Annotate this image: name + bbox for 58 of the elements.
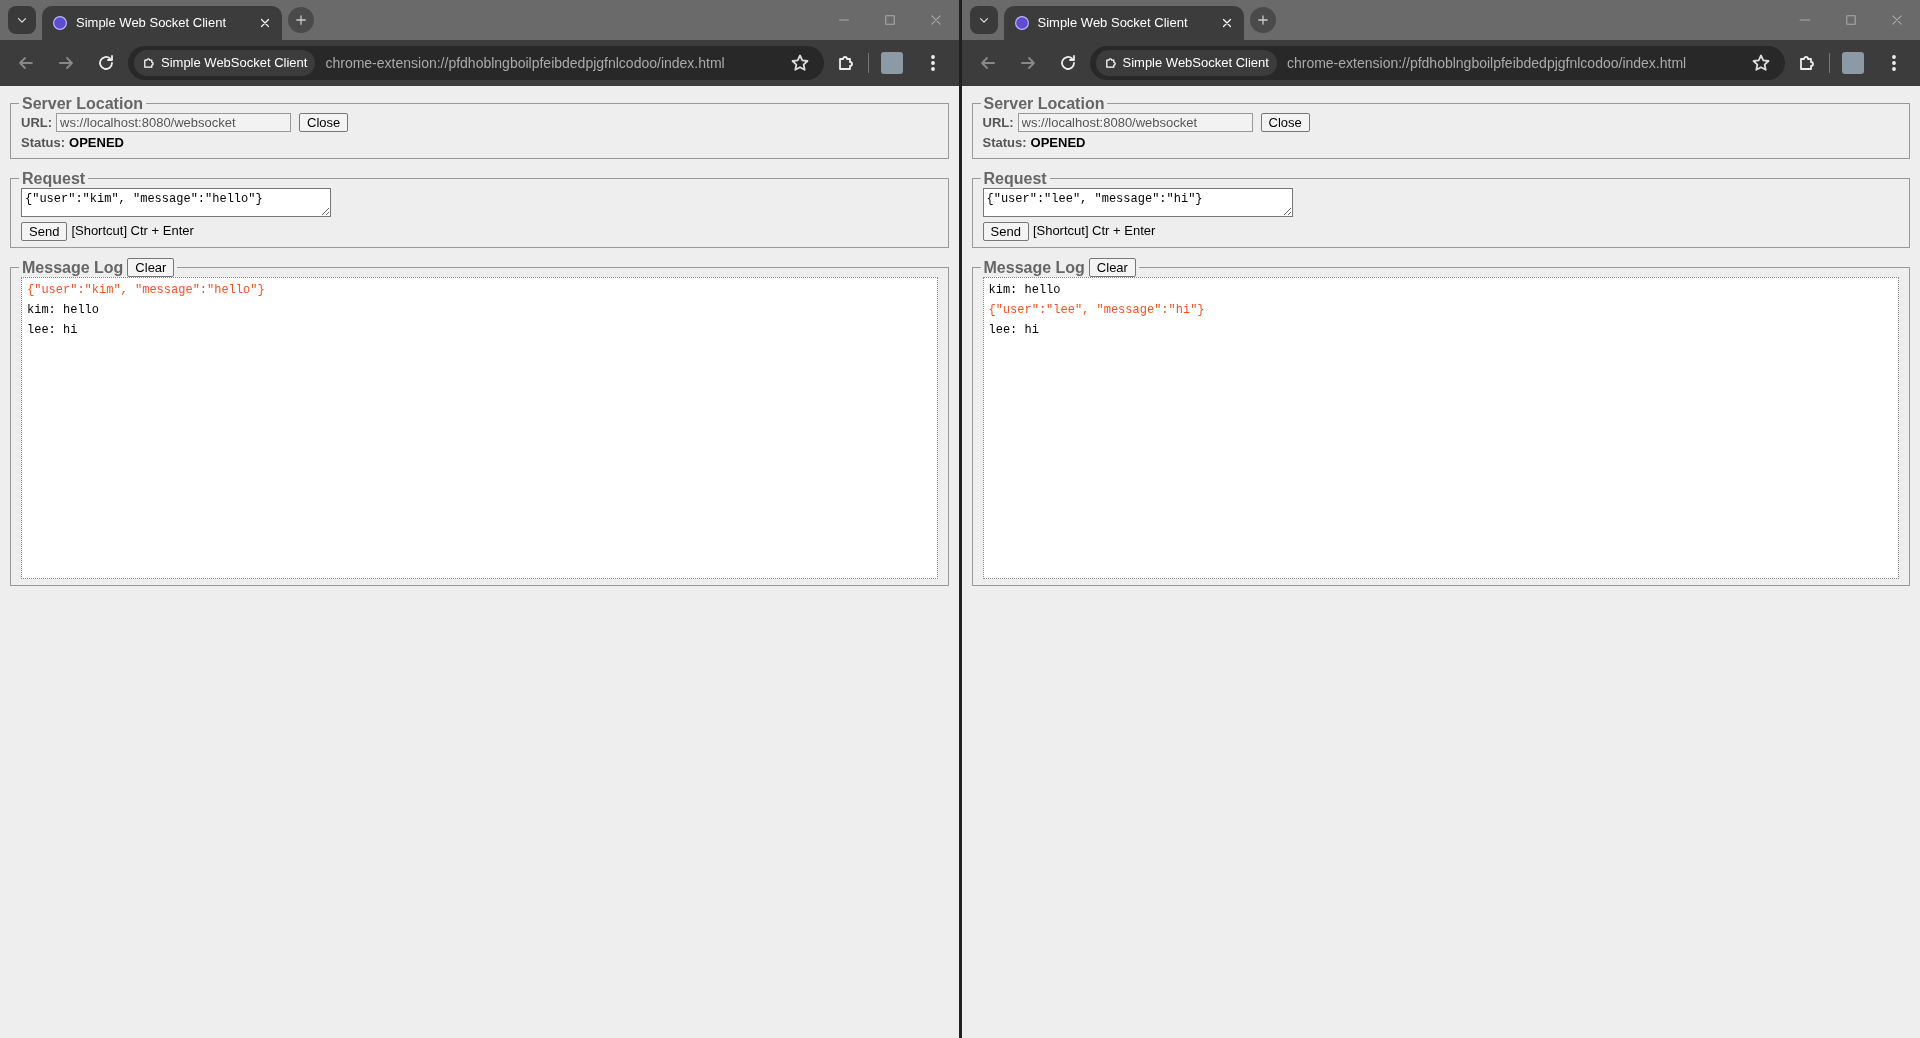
- new-tab-button[interactable]: [288, 7, 314, 33]
- status-value: OPENED: [1030, 133, 1086, 152]
- star-icon[interactable]: [789, 53, 810, 73]
- site-info-chip[interactable]: Simple WebSocket Client: [134, 50, 316, 76]
- browser-tab[interactable]: Simple Web Socket Client: [42, 6, 282, 40]
- url-label: URL:: [982, 114, 1014, 133]
- plus-icon: [1255, 13, 1270, 27]
- browser-tab[interactable]: Simple Web Socket Client: [1003, 6, 1244, 40]
- close-button[interactable]: Close: [299, 113, 349, 133]
- status-value: OPENED: [69, 133, 124, 152]
- puzzle-icon: [1103, 56, 1118, 70]
- panel-legend: Request: [19, 169, 89, 189]
- panel-legend: Request: [980, 169, 1050, 189]
- request-input[interactable]: {"user":"kim", "message":"hello"}: [21, 188, 331, 218]
- plus-icon: [294, 13, 308, 27]
- url-text: chrome-extension://pfdhoblngboilpfeibdedpjgfnlcodoo/index.html: [325, 53, 726, 73]
- favicon-icon: [1013, 15, 1030, 31]
- star-icon[interactable]: [1751, 53, 1771, 73]
- url-input[interactable]: ws://localhost:8080/websocket: [1017, 113, 1253, 133]
- url-input[interactable]: ws://localhost:8080/websocket: [56, 113, 292, 133]
- close-button[interactable]: Close: [1260, 113, 1310, 133]
- received-message: kim: hello: [27, 302, 100, 320]
- puzzle-icon[interactable]: [1797, 53, 1817, 73]
- status-label: Status:: [21, 133, 66, 152]
- status-label: Status:: [982, 133, 1027, 152]
- address-bar[interactable]: Simple WebSocket Client chrome-extension://pfdhoblngboilpfeibdedpjgfnlcodoo/index.html: [128, 46, 824, 80]
- received-message: lee: hi: [27, 322, 79, 340]
- send-button[interactable]: Send: [982, 221, 1029, 241]
- puzzle-icon: [142, 56, 156, 70]
- tab-title: Simple Web Socket Client: [76, 14, 228, 33]
- received-message: lee: hi: [988, 322, 1040, 340]
- request-input[interactable]: {"user":"lee", "message":"hi"}: [982, 188, 1293, 218]
- reload-icon[interactable]: [96, 53, 116, 73]
- clear-button[interactable]: Clear: [1088, 257, 1136, 277]
- tab-search-button[interactable]: [8, 6, 36, 34]
- site-chip-label: Simple WebSocket Client: [161, 54, 308, 73]
- panel-legend: Server Location: [980, 94, 1108, 114]
- panel-legend: Message Log: [983, 257, 1085, 278]
- sent-message: {"user":"kim", "message":"hello"}: [27, 282, 266, 300]
- close-icon[interactable]: [258, 16, 272, 30]
- site-info-chip[interactable]: Simple WebSocket Client: [1095, 50, 1277, 76]
- shortcut-hint: [Shortcut] Ctr + Enter: [1032, 222, 1156, 241]
- received-message: kim: hello: [988, 282, 1062, 300]
- favicon-icon: [52, 15, 68, 31]
- url-text: chrome-extension://pfdhoblngboilpfeibdedpjgfnlcodoo/index.html: [1286, 53, 1688, 73]
- send-button[interactable]: Send: [21, 221, 68, 241]
- new-tab-button[interactable]: [1249, 7, 1276, 33]
- tab-search-button[interactable]: [969, 6, 998, 34]
- profile-avatar[interactable]: [880, 52, 903, 74]
- address-bar[interactable]: Simple WebSocket Client chrome-extension://pfdhoblngboilpfeibdedpjgfnlcodoo/index.html: [1089, 46, 1785, 80]
- panel-legend: Message Log: [22, 257, 124, 278]
- shortcut-hint: [Shortcut] Ctr + Enter: [71, 222, 194, 241]
- panel-legend: Server Location: [19, 94, 146, 114]
- url-label: URL:: [21, 114, 53, 133]
- site-chip-label: Simple WebSocket Client: [1122, 54, 1269, 73]
- sent-message: {"user":"lee", "message":"hi"}: [988, 302, 1206, 320]
- tab-title: Simple Web Socket Client: [1037, 14, 1189, 33]
- clear-button[interactable]: Clear: [127, 257, 175, 277]
